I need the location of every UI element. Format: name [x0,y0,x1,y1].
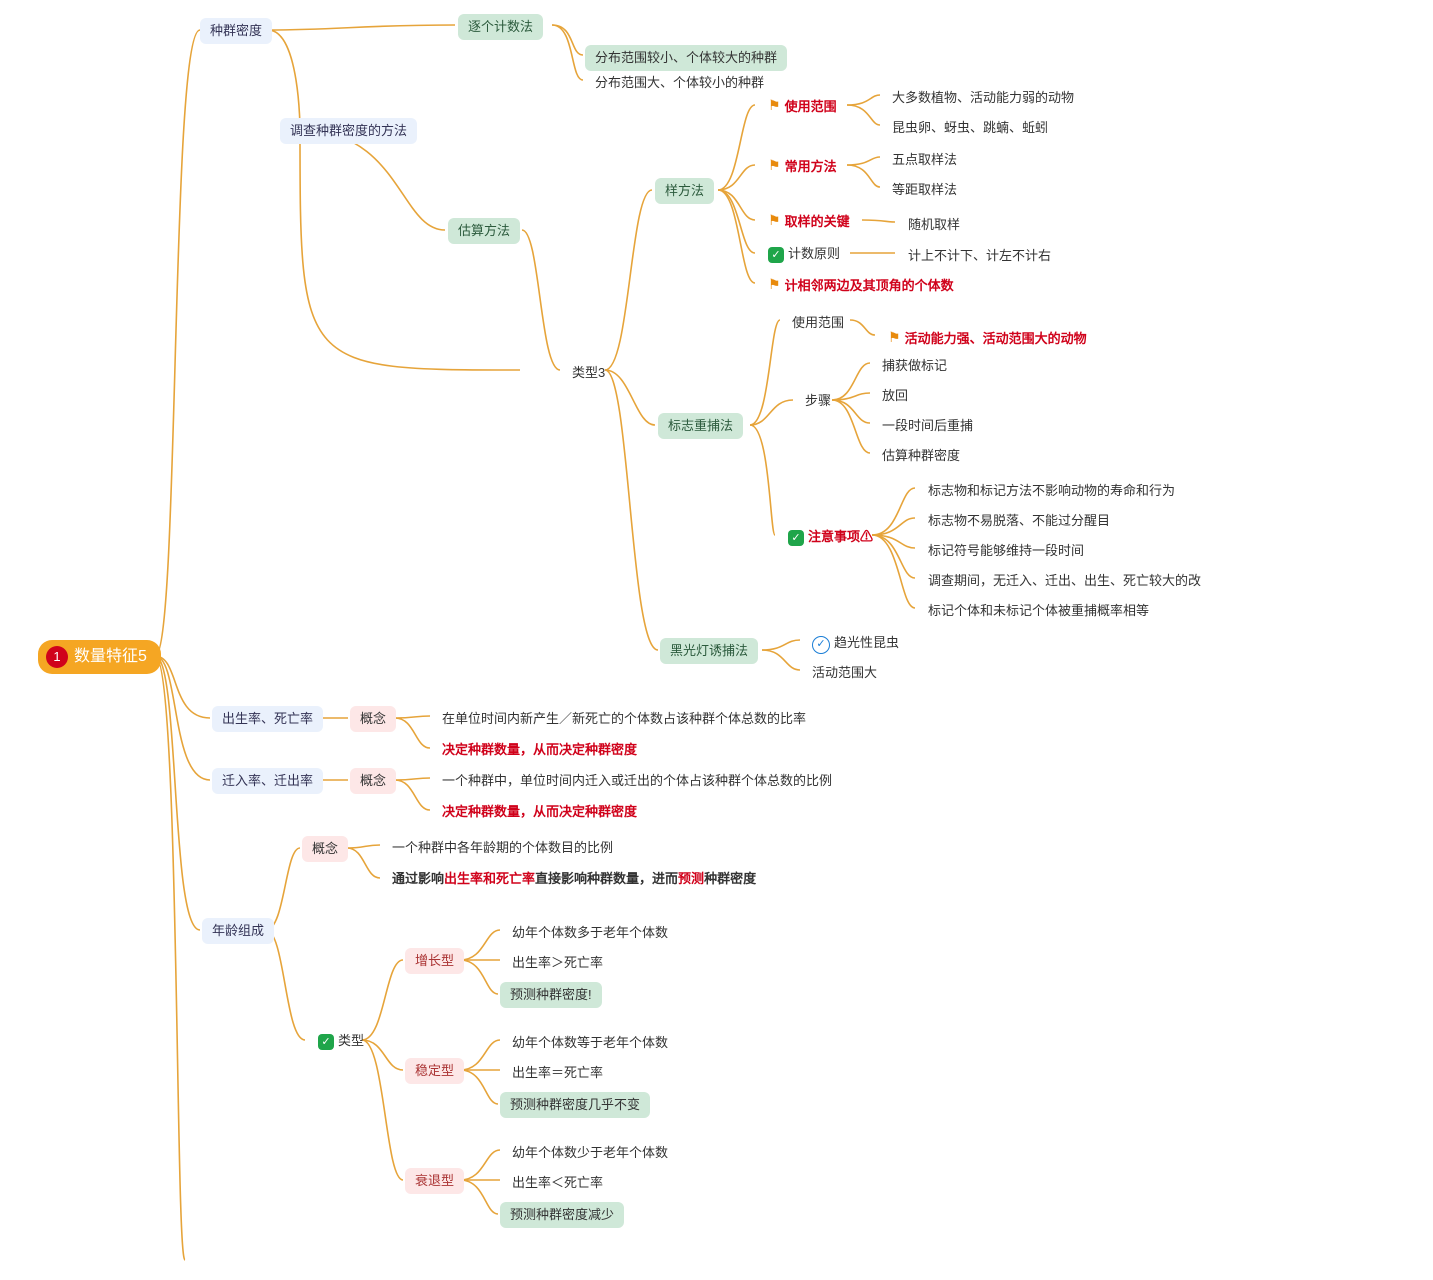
node-population-density[interactable]: 种群密度 [200,18,272,44]
node-notes[interactable]: ✓注意事项⚠ [778,524,883,550]
leaf-step4: 估算种群密度 [872,443,970,469]
node-immigration-emigration[interactable]: 迁入率、迁出率 [212,768,323,794]
node-quadrat-method[interactable]: 样方法 [655,178,714,204]
node-type-decline[interactable]: 衰退型 [405,1168,464,1194]
leaf-random: 随机取样 [898,212,970,238]
check-icon: ✓ [788,530,804,546]
leaf-blacklight1: ✓趋光性昆虫 [802,630,909,658]
node-count-rule[interactable]: ✓计数原则 [758,241,850,267]
leaf-ie-red: 决定种群数量，从而决定种群密度 [432,799,647,825]
flag-icon: ⚑ [768,96,781,116]
leaf-age-desc: 一个种群中各年龄期的个体数目的比例 [382,835,623,861]
node-survey-methods[interactable]: 调查种群密度的方法 [280,118,417,144]
leaf-note2: 标志物不易脱落、不能过分醒目 [918,508,1120,534]
leaf-decline3: 预测种群密度减少 [500,1202,624,1228]
leaf-growth1: 幼年个体数多于老年个体数 [502,920,678,946]
leaf-stable3: 预测种群密度几乎不变 [500,1092,650,1118]
leaf-use-range-2: 昆虫卵、蚜虫、跳蝻、蚯蚓 [882,115,1058,141]
leaf-note1: 标志物和标记方法不影响动物的寿命和行为 [918,478,1185,504]
leaf-decline2: 出生率＜死亡率 [502,1170,613,1196]
check-icon: ✓ [318,1034,334,1050]
leaf-equidist: 等距取样法 [882,177,967,203]
leaf-growth3: 预测种群密度! [500,982,602,1008]
leaf-note3: 标记符号能够维持一段时间 [918,538,1094,564]
leaf-step2: 放回 [872,383,918,409]
node-count-adjacent[interactable]: ⚑计相邻两边及其顶角的个体数 [758,272,964,300]
node-mark-recapture[interactable]: 标志重捕法 [658,413,743,439]
leaf-note4: 调查期间，无迁入、迁出、出生、死亡较大的改 [918,568,1211,594]
node-type3[interactable]: 类型3 [562,360,615,386]
leaf-use-range-1: 大多数植物、活动能力弱的动物 [882,85,1084,111]
node-steps[interactable]: 步骤 [795,388,841,414]
leaf-count-up-left: 计上不计下、计左不计右 [898,243,1061,269]
node-age-structure[interactable]: 年龄组成 [202,918,274,944]
node-common-method[interactable]: ⚑常用方法 [758,153,847,181]
leaf-ie-desc: 一个种群中，单位时间内迁入或迁出的个体占该种群个体总数的比例 [432,768,842,794]
info-icon: ✓ [812,636,830,654]
node-blacklight[interactable]: 黑光灯诱捕法 [660,638,758,664]
flag-icon: ⚑ [888,328,901,348]
leaf-stable2: 出生率＝死亡率 [502,1060,613,1086]
leaf-step1: 捕获做标记 [872,353,957,379]
leaf-step3: 一段时间后重捕 [872,413,983,439]
leaf-5point: 五点取样法 [882,147,967,173]
flag-icon: ⚑ [768,211,781,231]
check-icon: ✓ [768,247,784,263]
root-number: 1 [46,646,68,668]
node-type-growth[interactable]: 增长型 [405,948,464,974]
leaf-note5: 标记个体和未标记个体被重捕概率相等 [918,598,1159,624]
leaf-bd-red: 决定种群数量，从而决定种群密度 [432,737,647,763]
leaf-large-range: 分布范围大、个体较小的种群 [585,70,774,96]
node-sampling-key[interactable]: ⚑取样的关键 [758,208,860,236]
node-use-range[interactable]: ⚑使用范围 [758,93,847,121]
root-node[interactable]: 1 数量特征5 [38,640,161,674]
leaf-bd-desc: 在单位时间内新产生／新死亡的个体数占该种群个体总数的比率 [432,706,816,732]
node-estimate[interactable]: 估算方法 [448,218,520,244]
node-type-stable[interactable]: 稳定型 [405,1058,464,1084]
node-ie-concept[interactable]: 概念 [350,768,396,794]
leaf-age-red: 通过影响出生率和死亡率直接影响种群数量，进而预测种群密度 [382,866,766,892]
leaf-decline1: 幼年个体数少于老年个体数 [502,1140,678,1166]
leaf-active-animals: ⚑活动能力强、活动范围大的动物 [878,325,1097,353]
leaf-stable1: 幼年个体数等于老年个体数 [502,1030,678,1056]
leaf-blacklight2: 活动范围大 [802,660,887,686]
node-bd-concept[interactable]: 概念 [350,706,396,732]
leaf-growth2: 出生率＞死亡率 [502,950,613,976]
leaf-small-range: 分布范围较小、个体较大的种群 [585,45,787,71]
root-label: 数量特征5 [74,646,147,668]
node-age-concept[interactable]: 概念 [302,836,348,862]
node-count-one-by-one[interactable]: 逐个计数法 [458,14,543,40]
node-use-range2[interactable]: 使用范围 [782,310,854,336]
node-age-types[interactable]: ✓类型 [308,1028,374,1054]
node-birth-death-rate[interactable]: 出生率、死亡率 [212,706,323,732]
flag-icon: ⚑ [768,275,781,295]
flag-icon: ⚑ [768,156,781,176]
